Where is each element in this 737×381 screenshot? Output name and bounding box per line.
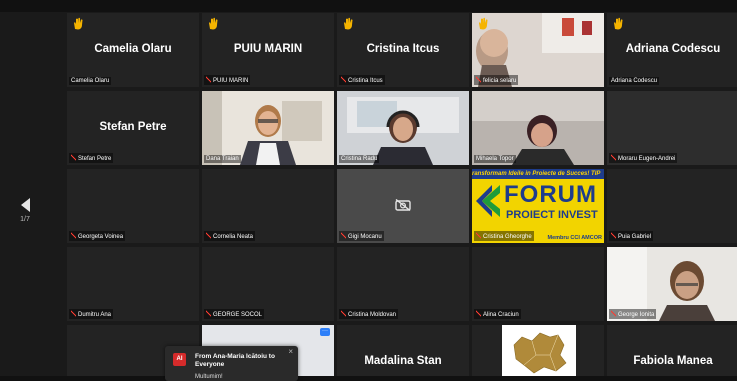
previous-page-button[interactable]: 1/7	[10, 198, 40, 223]
participant-tile[interactable]: Cristina Radu	[337, 91, 469, 165]
participant-tile[interactable]: GEORGE SOCOL	[202, 247, 334, 321]
participant-tile[interactable]: Dumitru Ana	[67, 247, 199, 321]
participant-tile[interactable]: Mihaela Topor	[472, 91, 604, 165]
participant-label: Cristina Gheorghe	[474, 231, 534, 241]
participant-label: Cristina Moldovan	[339, 309, 399, 319]
region-map-icon	[513, 332, 567, 374]
participant-tile[interactable]: Cristina Itcus Cristina Itcus	[337, 13, 469, 87]
participant-tile[interactable]: felicia selaru	[472, 13, 604, 87]
raised-hand-icon	[74, 17, 83, 30]
participant-label: Mihaela Topor	[474, 155, 516, 163]
muted-mic-icon	[611, 154, 616, 161]
participant-label: Dumitru Ana	[69, 309, 114, 319]
muted-mic-icon	[476, 76, 481, 83]
muted-mic-icon	[206, 76, 211, 83]
muted-mic-icon	[476, 232, 481, 239]
muted-mic-icon	[611, 310, 616, 317]
close-icon[interactable]: ×	[288, 347, 293, 356]
page-indicator: 1/7	[20, 216, 30, 223]
participant-label: Puia Gabriel	[609, 231, 654, 241]
muted-mic-icon	[341, 310, 346, 317]
muted-mic-icon	[476, 310, 481, 317]
chevron-left-icon	[20, 198, 30, 212]
participant-tile[interactable]: Adriana Codescu Adriana Codescu	[607, 13, 737, 87]
sender-avatar: AI	[173, 353, 186, 366]
muted-mic-icon	[206, 310, 211, 317]
raised-hand-icon	[614, 17, 623, 30]
participant-label: PUIU MARIN	[204, 75, 251, 85]
muted-mic-icon	[71, 310, 76, 317]
participant-label: Camelia Olaru	[69, 77, 112, 85]
participant-label: Adriana Codescu	[609, 77, 660, 85]
participant-label: George Ionita	[609, 309, 657, 319]
participant-label: Dana Traian	[204, 155, 241, 163]
raised-hand-icon	[344, 17, 353, 30]
participant-tile[interactable]: Alina Craciun	[472, 247, 604, 321]
participant-tile[interactable]: Cristina Moldovan	[337, 247, 469, 321]
participant-name: Madalina Stan	[364, 355, 442, 367]
participant-label: Cornelia Neata	[204, 231, 256, 241]
logo-subtitle: PROIECT INVEST	[506, 209, 598, 221]
participant-label: Stefan Petre	[69, 153, 114, 163]
participant-tile[interactable]: Georgeta Voinea	[67, 169, 199, 243]
participant-label: Alina Craciun	[474, 309, 521, 319]
participant-video	[202, 91, 334, 165]
active-speaker-tile[interactable]: Dana Traian	[202, 91, 334, 165]
muted-mic-icon	[71, 232, 76, 239]
bottom-bar	[0, 376, 737, 381]
participant-tile[interactable]: ransformam Ideile in Proiecte de Succes!…	[472, 169, 604, 243]
participant-tile[interactable]	[472, 325, 604, 376]
map-image	[502, 325, 576, 376]
chat-notification[interactable]: AI From Ana-Maria Icătoiu to Everyone Mu…	[165, 346, 298, 381]
participant-label: Cristina Radu	[339, 155, 380, 163]
participant-label: GEORGE SOCOL	[204, 309, 265, 319]
logo-banner: ransformam Ideile in Proiecte de Succes!…	[472, 169, 604, 179]
participant-video	[337, 91, 469, 165]
participant-tile[interactable]: Camelia Olaru Camelia Olaru	[67, 13, 199, 87]
muted-mic-icon	[341, 76, 346, 83]
chat-sender-title: From Ana-Maria Icătoiu to Everyone	[195, 353, 275, 368]
participant-name: Stefan Petre	[99, 121, 167, 133]
muted-mic-icon	[71, 154, 76, 161]
participant-tile[interactable]: Stefan Petre Stefan Petre	[67, 91, 199, 165]
participant-label: Moraru Eugen-Andrei	[609, 153, 678, 163]
logo-brand: FORUM	[504, 181, 597, 208]
raised-hand-icon	[479, 17, 488, 30]
camera-off-icon	[395, 199, 411, 211]
logo-tag: Membru CCI AMCOR	[547, 235, 603, 241]
participant-video	[472, 91, 604, 165]
participant-tile[interactable]: George Ionita	[607, 247, 737, 321]
participant-label: Cristina Itcus	[339, 75, 385, 85]
participant-tile[interactable]: Fabiola Manea	[607, 325, 737, 376]
participant-name: Adriana Codescu	[625, 43, 721, 55]
top-bar	[0, 0, 737, 12]
participant-tile[interactable]: Gigi Mocanu	[337, 169, 469, 243]
participant-label: Georgeta Voinea	[69, 231, 126, 241]
participant-name: PUIU MARIN	[233, 43, 303, 55]
participant-name: Camelia Olaru	[94, 43, 172, 55]
participant-tile[interactable]: Puia Gabriel	[607, 169, 737, 243]
participant-tile[interactable]: Moraru Eugen-Andrei	[607, 91, 737, 165]
participant-tile[interactable]: Cornelia Neata	[202, 169, 334, 243]
participant-tile[interactable]: PUIU MARIN PUIU MARIN	[202, 13, 334, 87]
raised-hand-icon	[209, 17, 218, 30]
muted-mic-icon	[206, 232, 211, 239]
participant-tile[interactable]: Madalina Stan	[337, 325, 469, 376]
chat-message: Multumim!	[195, 374, 223, 380]
participant-label: felicia selaru	[474, 75, 519, 85]
forum-logo-icon	[476, 185, 500, 217]
muted-mic-icon	[611, 232, 616, 239]
participant-name: Fabiola Manea	[633, 355, 713, 367]
more-options-icon[interactable]: ···	[320, 328, 330, 336]
muted-mic-icon	[341, 232, 346, 239]
participant-label: Gigi Mocanu	[339, 231, 384, 241]
participant-name: Cristina Itcus	[366, 43, 440, 55]
